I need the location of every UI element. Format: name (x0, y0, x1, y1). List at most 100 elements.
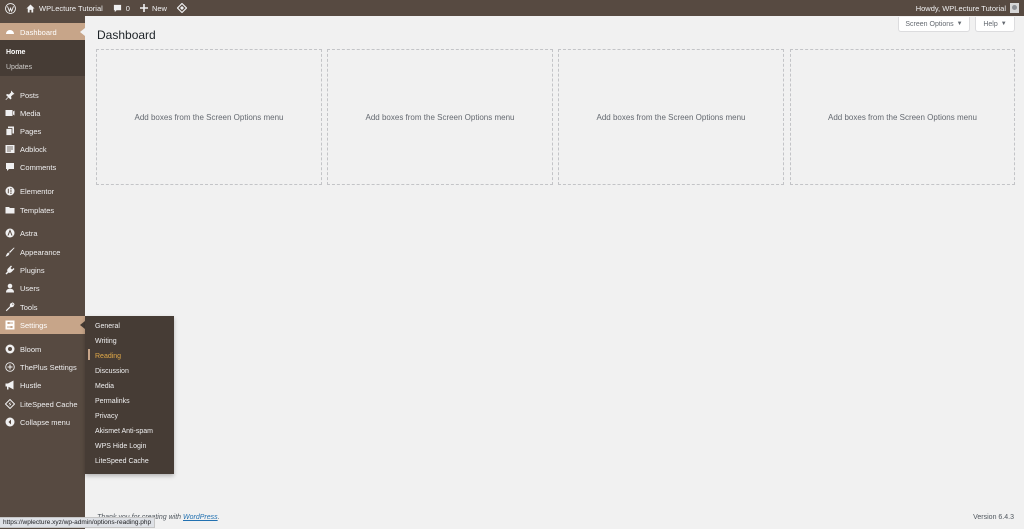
comment-bubble-icon (113, 4, 121, 12)
sidebar-item-label: Settings (20, 320, 48, 330)
paintbrush-icon (5, 247, 15, 257)
dashboard-drop-zone: Add boxes from the Screen Options menu (96, 49, 322, 185)
plug-icon (5, 265, 15, 275)
sidebar-item-elementor[interactable]: Elementor (0, 182, 85, 200)
sidebar-item-label: Posts (20, 90, 39, 100)
sidebar-item-label: Adblock (20, 144, 47, 154)
settings-flyout-menu: General Writing Reading Discussion Media… (85, 316, 174, 474)
avatar (1010, 3, 1019, 13)
sidebar-item-label: Users (20, 283, 40, 293)
diamond-logo-icon (176, 3, 187, 13)
flyout-item-general[interactable]: General (95, 323, 120, 330)
flyout-item-reading[interactable]: Reading (95, 353, 121, 360)
wordpress-logo-button[interactable] (0, 0, 21, 16)
screen-options-button[interactable]: Screen Options ▼ (898, 17, 970, 32)
sidebar-item-comments[interactable]: Comments (0, 158, 85, 176)
sidebar-item-users[interactable]: Users (0, 279, 85, 297)
elementor-icon (5, 186, 15, 196)
help-button[interactable]: Help ▼ (975, 17, 1015, 32)
sidebar-item-litespeed-cache[interactable]: LiteSpeed Cache (0, 395, 85, 413)
admin-bar: WPLecture Tutorial 0 New Howdy, WPLectur… (0, 0, 1024, 16)
screen-options-label: Screen Options (905, 20, 954, 28)
sidebar-item-label: Elementor (20, 186, 55, 196)
flyout-item-media[interactable]: Media (95, 383, 114, 390)
folder-icon (5, 205, 15, 215)
sidebar-item-label: Appearance (20, 247, 61, 257)
current-item-indicator (88, 349, 90, 360)
submenu-item-home[interactable]: Home (6, 49, 25, 56)
dashboard-drop-zone: Add boxes from the Screen Options menu (790, 49, 1015, 185)
dashboard-gauge-icon (5, 27, 15, 37)
flyout-item-discussion[interactable]: Discussion (95, 368, 129, 375)
flyout-item-permalinks[interactable]: Permalinks (95, 398, 130, 405)
settings-sliders-icon (5, 320, 15, 330)
flyout-item-litespeed-cache[interactable]: LiteSpeed Cache (95, 458, 149, 465)
astra-icon (5, 228, 15, 238)
sidebar-item-tools[interactable]: Tools (0, 298, 85, 316)
sidebar-item-pages[interactable]: Pages (0, 122, 85, 140)
sidebar-item-posts[interactable]: Posts (0, 86, 85, 104)
browser-status-bar: https://wplecture.xyz/wp-admin/options-r… (0, 517, 156, 528)
wordpress-link[interactable]: WordPress (183, 514, 218, 521)
new-label: New (151, 3, 167, 13)
dashboard-drop-zone: Add boxes from the Screen Options menu (327, 49, 553, 185)
sidebar-item-label: Astra (20, 228, 38, 238)
sidebar-item-theplus-settings[interactable]: ThePlus Settings (0, 358, 85, 376)
comments-link[interactable]: 0 (108, 0, 135, 16)
flyout-item-wps-hide-login[interactable]: WPS Hide Login (95, 443, 146, 450)
dashboard-drop-zone: Add boxes from the Screen Options menu (558, 49, 784, 185)
sidebar-item-dashboard[interactable]: Dashboard (0, 23, 85, 41)
collapse-menu-button[interactable]: Collapse menu (0, 413, 85, 431)
sidebar-item-label: Bloom (20, 344, 42, 354)
litespeed-diamond-icon (5, 399, 15, 409)
sidebar-item-bloom[interactable]: Bloom (0, 340, 85, 358)
sidebar-item-label: Tools (20, 302, 38, 312)
flyout-item-akismet[interactable]: Akismet Anti-spam (95, 428, 153, 435)
drop-zone-hint: Add boxes from the Screen Options menu (828, 112, 977, 122)
sidebar-item-templates[interactable]: Templates (0, 201, 85, 219)
drop-zone-hint: Add boxes from the Screen Options menu (365, 112, 515, 122)
adblock-icon (5, 144, 15, 154)
plugin-diamond-button[interactable] (172, 0, 192, 16)
sidebar-item-label: LiteSpeed Cache (20, 399, 78, 409)
comments-count: 0 (125, 3, 130, 13)
drop-zone-hint: Add boxes from the Screen Options menu (596, 112, 746, 122)
sidebar-item-plugins[interactable]: Plugins (0, 261, 85, 279)
admin-sidebar: Dashboard Home Updates Posts Media Pages… (0, 16, 85, 529)
submenu-item-updates[interactable]: Updates (6, 64, 32, 71)
plus-icon (139, 4, 148, 12)
sidebar-item-hustle[interactable]: Hustle (0, 376, 85, 394)
sidebar-item-astra[interactable]: Astra (0, 224, 85, 242)
theplus-icon (5, 362, 15, 372)
site-name: WPLecture Tutorial (39, 3, 103, 13)
comments-icon (5, 162, 15, 172)
home-icon (26, 3, 35, 13)
sidebar-item-media[interactable]: Media (0, 104, 85, 122)
new-content-button[interactable]: New (135, 0, 172, 16)
sidebar-item-label: Media (20, 108, 41, 118)
status-url: https://wplecture.xyz/wp-admin/options-r… (3, 519, 152, 526)
flyout-item-privacy[interactable]: Privacy (95, 413, 118, 420)
pages-icon (5, 126, 15, 136)
footer-thanks-suffix: . (217, 514, 220, 521)
sidebar-item-label: Pages (20, 126, 42, 136)
caret-down-icon: ▼ (956, 21, 963, 27)
site-name-link[interactable]: WPLecture Tutorial (21, 0, 108, 16)
my-account-link[interactable]: Howdy, WPLecture Tutorial (911, 0, 1024, 16)
sidebar-item-label: ThePlus Settings (20, 362, 77, 372)
sidebar-item-label: Dashboard (20, 27, 57, 37)
page-title: Dashboard (97, 28, 156, 42)
sidebar-item-label: Comments (20, 162, 57, 172)
sidebar-item-adblock[interactable]: Adblock (0, 140, 85, 158)
pushpin-icon (5, 90, 15, 100)
drop-zone-hint: Add boxes from the Screen Options menu (134, 112, 284, 122)
sidebar-item-appearance[interactable]: Appearance (0, 243, 85, 261)
megaphone-icon (5, 380, 15, 390)
dashboard-submenu: Home Updates (0, 40, 85, 76)
sidebar-item-settings[interactable]: Settings (0, 316, 85, 334)
bloom-icon (5, 344, 15, 354)
sidebar-item-label: Collapse menu (20, 417, 71, 427)
sidebar-item-label: Hustle (20, 380, 42, 390)
flyout-item-writing[interactable]: Writing (95, 338, 117, 345)
help-label: Help (983, 20, 998, 28)
